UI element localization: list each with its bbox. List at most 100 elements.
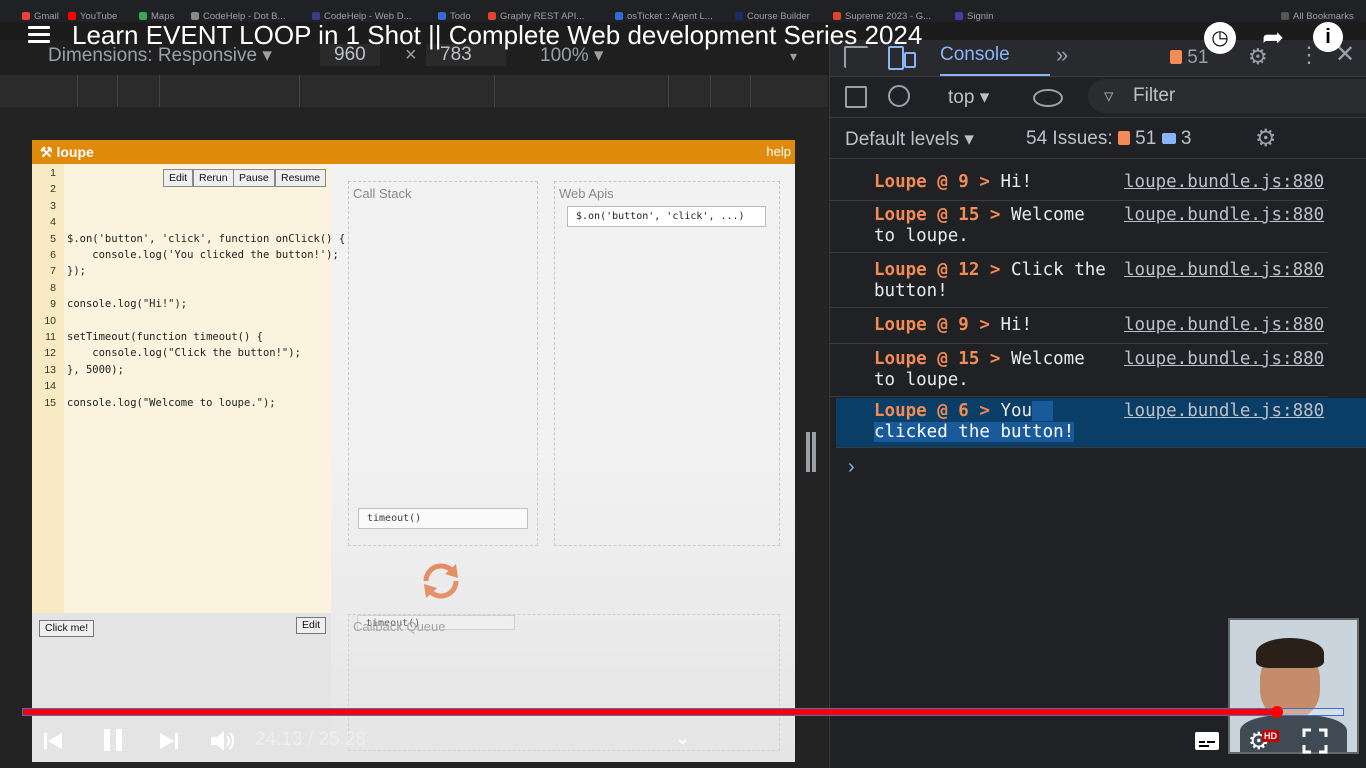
log-text-selected: clicked the button! (874, 422, 1075, 442)
resume-button[interactable]: Resume (275, 169, 327, 187)
console-log-row[interactable]: Loupe @ 9 > Hi! loupe.bundle.js:880 (830, 312, 1328, 344)
ruler (0, 75, 828, 108)
issues-warn-count: 51 (1135, 128, 1157, 149)
bookmarks-bar: Gmail YouTube Maps CodeHelp - Dot B... C… (0, 0, 1366, 22)
rerun-button[interactable]: Rerun (193, 169, 234, 187)
click-me-button[interactable]: Click me! (39, 620, 95, 637)
call-stack-frame: timeout() (358, 508, 528, 529)
watch-later-clock-icon[interactable]: ◷ (1204, 22, 1236, 54)
bookmark-label: All Bookmarks (1293, 11, 1354, 22)
console-log-row[interactable]: Loupe @ 15 > Welcome to loupe. loupe.bun… (830, 346, 1328, 397)
filter-input[interactable]: ▿ Filter (1088, 79, 1366, 113)
log-message: Loupe @ 12 > Click the button! (874, 260, 1106, 302)
bookmark-gmail[interactable]: Gmail (22, 11, 59, 22)
issues-badge[interactable]: 51 (1170, 47, 1208, 69)
context-select[interactable]: top ▾ (948, 86, 989, 109)
live-expression-eye-icon[interactable] (1033, 89, 1063, 107)
call-stack-title: Call Stack (353, 186, 412, 201)
subtitles-icon[interactable] (1194, 731, 1220, 751)
hamburger-menu-icon[interactable] (28, 26, 50, 44)
progress-scrubber[interactable] (1271, 706, 1283, 718)
line-number: 8 (50, 281, 56, 294)
code-line: }, 5000); (67, 363, 124, 376)
loupe-page: ⚒ loupe help 1 2 3 4 5 6 7 8 9 10 11 12 13 14 15 $.on(… (32, 140, 795, 762)
line-number: 6 (50, 249, 56, 261)
web-apis-title: Web Apis (559, 186, 614, 201)
previous-icon[interactable] (42, 731, 64, 751)
clear-console-icon[interactable] (888, 85, 910, 107)
issue-flag-icon (1170, 50, 1182, 64)
hd-badge-icon: HD (1262, 730, 1279, 742)
log-message: Loupe @ 15 > Welcome to loupe. (874, 205, 1085, 247)
console-log-row[interactable]: Loupe @ 12 > Click the button! loupe.bun… (830, 257, 1328, 308)
line-number: 14 (44, 380, 56, 393)
console-toolbar: top ▾ ▿ Filter (830, 77, 1366, 118)
code-line: console.log("Click the button!"); (67, 347, 301, 360)
more-tabs-icon[interactable]: » (1056, 42, 1068, 68)
tab-console[interactable]: Console (940, 44, 1010, 66)
help-link[interactable]: help (766, 144, 791, 159)
call-stack-panel: Call Stack timeout() (348, 181, 538, 546)
console-log-row[interactable]: Loupe @ 15 > Welcome to loupe. loupe.bun… (830, 202, 1328, 253)
log-prefix: Loupe @ 15 > (874, 205, 1001, 225)
line-number: 13 (44, 363, 56, 376)
default-levels-select[interactable]: Default levels ▾ (845, 128, 974, 151)
log-text: Hi! (989, 315, 1033, 335)
line-number: 2 (50, 183, 56, 196)
sandbox-edit-button[interactable]: Edit (296, 617, 327, 634)
loupe-logo[interactable]: ⚒ loupe (40, 144, 94, 161)
bookmark-signin[interactable]: Signin (955, 11, 993, 22)
log-source-link[interactable]: loupe.bundle.js:880 (1124, 205, 1324, 225)
console-log-row-selected[interactable]: Loupe @ 6 > You clicked the button! loup… (836, 398, 1366, 448)
callback-queue-title: Callback Queue (353, 619, 446, 634)
console-levels-bar: Default levels ▾ 54 Issues: 51 3 ⚙ (830, 118, 1366, 159)
code-line: }); (67, 265, 86, 278)
video-title[interactable]: Learn EVENT LOOP in 1 Shot || Complete W… (72, 20, 922, 51)
log-source-link[interactable]: loupe.bundle.js:880 (1124, 349, 1324, 369)
next-icon[interactable] (158, 731, 180, 751)
bookmark-label: Gmail (34, 11, 59, 22)
log-source-link[interactable]: loupe.bundle.js:880 (1124, 315, 1324, 335)
sidebar-toggle-icon[interactable] (845, 86, 867, 108)
line-number: 1 (50, 167, 56, 179)
share-icon[interactable]: ➦ (1258, 22, 1288, 52)
log-source-link[interactable]: loupe.bundle.js:880 (1124, 260, 1324, 280)
bookmark-all[interactable]: All Bookmarks (1281, 11, 1354, 22)
log-text: Hi! (989, 172, 1033, 192)
pause-icon[interactable] (101, 728, 125, 752)
device-toggle-icon-part (904, 52, 916, 68)
log-prefix: Loupe @ 9 > (874, 172, 990, 192)
filter-icon: ▿ (1104, 86, 1114, 107)
time-display: 24:13 / 25:28 (255, 729, 366, 750)
console-log-row[interactable]: Loupe @ 9 > Hi! loupe.bundle.js:880 (830, 169, 1328, 201)
log-prefix: Loupe @ 6 > (874, 401, 990, 421)
chevron-down-icon[interactable]: ⌄ (675, 728, 690, 749)
log-message: Loupe @ 6 > You clicked the button! (874, 401, 1075, 443)
info-icon[interactable]: i (1313, 22, 1343, 52)
fullscreen-icon[interactable] (1302, 728, 1328, 754)
pause-button[interactable]: Pause (233, 169, 275, 187)
issues-summary[interactable]: 54 Issues: 51 3 (1026, 128, 1191, 150)
console-prompt-icon[interactable]: › (848, 456, 855, 479)
edit-button[interactable]: Edit (163, 169, 194, 187)
log-source-link[interactable]: loupe.bundle.js:880 (1124, 401, 1324, 421)
volume-icon[interactable] (209, 729, 237, 753)
line-number: 7 (50, 265, 56, 278)
log-message: Loupe @ 9 > Hi! (874, 315, 1032, 336)
code-editor[interactable]: 1 2 3 4 5 6 7 8 9 10 11 12 13 14 15 $.on('button', 'cl… (32, 164, 345, 613)
line-number: 5 (50, 232, 56, 245)
log-source-link[interactable]: loupe.bundle.js:880 (1124, 172, 1324, 192)
log-prefix: Loupe @ 15 > (874, 349, 1001, 369)
line-number: 12 (44, 347, 56, 360)
console-settings-icon[interactable]: ⚙ (1255, 124, 1277, 153)
line-number: 4 (50, 216, 56, 229)
issue-info-icon (1161, 133, 1176, 144)
progress-played (23, 709, 1277, 715)
log-message: Loupe @ 15 > Welcome to loupe. (874, 349, 1085, 391)
line-number: 9 (50, 298, 56, 311)
resize-handle[interactable] (806, 432, 810, 472)
event-loop-icon (416, 556, 466, 606)
issue-flag-icon (1117, 131, 1130, 145)
loupe-header: ⚒ loupe help (32, 140, 795, 164)
line-number: 15 (44, 396, 56, 409)
